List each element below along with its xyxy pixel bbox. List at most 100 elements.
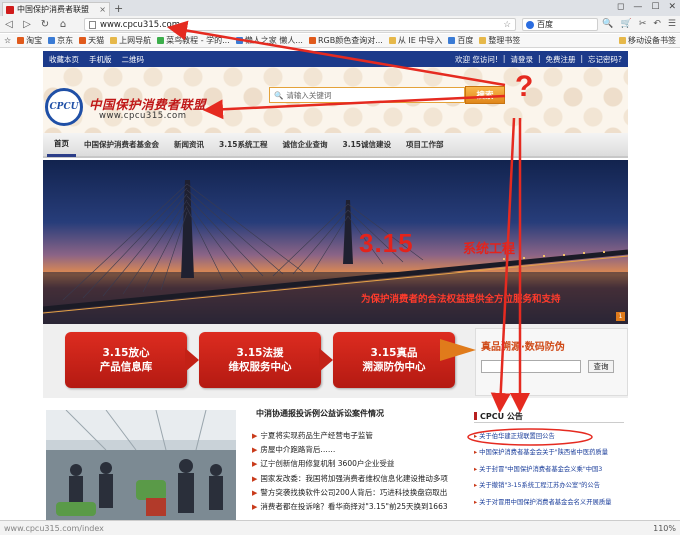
page-info-icon[interactable] [89,20,96,29]
nav-315-credit[interactable]: 3.15诚信建设 [336,132,399,157]
bookmark-icon [235,37,243,44]
browser-tab[interactable]: 中国保护消费者联盟 × [2,2,110,16]
nav-news[interactable]: 新闻资讯 [167,132,211,157]
main-nav: 首页 中国保护消费者基金会 新闻资讯 3.15系统工程 诚信企业查询 3.15诚… [43,133,628,158]
bookmark-icon [448,37,456,44]
login-link[interactable]: 请登录 [510,54,533,65]
announcement-item[interactable]: ▸ 中国保护消费者基金会关于"陕西省中医药质量 [474,445,634,461]
bookmark-label: 菜鸟教程 - 学的... [166,36,230,45]
favorite-link[interactable]: 收藏本页 [49,54,79,65]
maximize-icon[interactable]: ☐ [651,2,659,12]
back-icon[interactable]: ◁ [4,19,14,30]
site-search-input[interactable]: 🔍 请输入关键词 [269,87,465,103]
cart-icon[interactable]: 🛒 [621,19,632,29]
folder-icon [619,37,626,44]
news-item[interactable]: ▶ 辽宁创新信用修复机制 3600户企业受益 [252,457,466,471]
divider: | [502,53,506,63]
close-window-icon[interactable]: ✕ [668,2,676,12]
forward-icon[interactable]: ▷ [22,19,32,30]
search-icon[interactable]: 🔍 [602,19,613,29]
announcement-item[interactable]: ▸ 关于对冒用中国保护消费者基金会名义开展质量 [474,495,634,511]
bookmark-label: 京东 [57,36,74,45]
new-tab-button[interactable]: + [114,2,123,15]
traceability-box: 真品溯源·数码防伪 查询 [440,328,628,396]
favicon-icon [6,5,14,14]
bookmark-label: 懒人之家 懒人... [244,36,303,45]
bookmark-label: 上网导航 [119,36,152,45]
announcement-item[interactable]: ▸ 关于封冒"中国保护消费者基金会义乘"中国3 [474,462,634,478]
bookmark-icon [79,37,87,44]
announcement-item[interactable]: ▸ 关于撤销"3-15系统工程江苏办公室"的公告 [474,478,634,494]
bookmark-item[interactable]: 淘宝 [17,35,42,46]
traceability-query-button[interactable]: 查询 [588,360,614,373]
bookmark-icon [308,37,316,44]
welcome-text: 欢迎 您访问! [455,54,498,64]
feature-row: 3.15放心 产品信息库 3.15法援 维权服务中心 3.15真品 溯源防伪中心… [43,324,628,398]
mobile-link[interactable]: 手机版 [89,54,112,65]
traceability-title: 真品溯源·数码防伪 [481,342,565,353]
heading-bar-icon [474,412,477,420]
bookmark-item[interactable]: RGB颜色查询对... [308,35,383,46]
feature-line: 3.15法援 [236,347,284,359]
feature-line: 溯源防伪中心 [362,361,426,373]
qrcode-link[interactable]: 二维码 [122,54,145,65]
feature-product-info[interactable]: 3.15放心 产品信息库 [65,332,187,388]
news-item[interactable]: ▶ 房屋中介跑路背后…… [252,443,466,457]
restore-icon[interactable]: ◻ [617,2,624,12]
news-item[interactable]: ▶ 宁夏将实现药品生产经营电子监管 [252,429,466,443]
bookmark-item[interactable]: 懒人之家 懒人... [235,35,303,46]
close-tab-icon[interactable]: × [99,5,106,14]
browser-toolbar: ◁ ▷ ↻ ⌂ www.cpcu315.com ☆ 百度 🔍 🛒 ✂ ↶ ☰ [0,16,680,33]
undo-icon[interactable]: ↶ [653,19,661,29]
news-list: ▶ 宁夏将实现药品生产经营电子监管 ▶ 房屋中介跑路背后…… ▶ 辽宁创新信用修复机制… [252,429,466,514]
news-item[interactable]: ▶ 消费者都在投诉啥？看华商择对"3.15"前25天换到1663 [252,500,466,514]
news-title: 警方突袭找换软件公司200人背后：巧进科技换盘窃取出 [260,487,448,497]
feature-legal-aid[interactable]: 3.15法援 维权服务中心 [199,332,321,388]
register-link[interactable]: 免费注册 [545,54,575,65]
nav-foundation[interactable]: 中国保护消费者基金会 [77,132,166,157]
banner-pager[interactable]: 1 [616,312,625,321]
bookmark-label: RGB颜色查询对... [317,36,383,45]
zoom-level[interactable]: 110% [653,524,676,533]
banner-subtitle: 系统工程 [463,242,516,257]
traceability-input[interactable] [481,360,581,373]
nav-home[interactable]: 首页 [47,132,76,157]
forgot-password-link[interactable]: 忘记密码? [588,54,622,65]
bookmark-item[interactable]: 从 IE 中导入 [388,35,443,46]
nav-project-dept[interactable]: 项目工作部 [399,132,451,157]
hero-banner[interactable]: 3.15 系统工程 为保护消费者的合法权益提供全方位服务和支持 1 [43,160,628,324]
news-heading[interactable]: 中消协通报投诉例公益诉讼案件情况 [256,408,384,419]
scissors-icon[interactable]: ✂ [639,19,647,29]
news-title: 房屋中介跑路背后…… [260,445,336,455]
search-engine-box[interactable]: 百度 [522,18,598,31]
bookmark-star-icon[interactable]: ☆ [503,20,511,30]
announcement-title: 关于封冒"中国保护消费者基金会义乘"中国3 [479,465,603,473]
minimize-icon[interactable]: — [633,2,642,12]
feature-traceability[interactable]: 3.15真品 溯源防伪中心 [333,332,455,388]
search-button[interactable]: 搜索 [465,86,505,104]
mobile-bookmarks[interactable]: 移动设备书签 [619,35,676,46]
news-item[interactable]: ▶ 警方突袭找换软件公司200人背后：巧进科技换盘窃取出 [252,486,466,500]
photo-illustration [46,410,236,524]
bookmark-item[interactable]: 上网导航 [110,35,151,46]
news-photo[interactable] [46,410,236,524]
reload-icon[interactable]: ↻ [40,19,50,30]
url-text[interactable]: www.cpcu315.com [100,20,499,30]
status-url: www.cpcu315.com/index [4,523,104,533]
nav-credit-query[interactable]: 诚信企业查询 [276,132,335,157]
bookmark-item[interactable]: 京东 [48,35,73,46]
announcement-item[interactable]: ▸ 关于伯华建正规联置回公告 [474,429,634,445]
bookmark-item[interactable]: 整理书签 [479,35,520,46]
home-icon[interactable]: ⌂ [58,19,68,30]
announcement-title: 中国保护消费者基金会关于"陕西省中医药质量 [479,449,609,457]
address-bar[interactable]: www.cpcu315.com ☆ [84,18,516,31]
bookmark-item[interactable]: 菜鸟教程 - 学的... [157,35,230,46]
menu-icon[interactable]: ☰ [668,19,676,29]
divider: | [537,53,541,63]
bookmark-label: 从 IE 中导入 [397,36,443,45]
nav-315-system[interactable]: 3.15系统工程 [212,132,275,157]
bookmark-item[interactable]: 百度 [448,35,473,46]
news-item[interactable]: ▶ 国家发改委：我国将加强消费者维权信息化建设推动多项 [252,472,466,486]
cpcu-logo-icon[interactable]: CPCU [45,88,83,126]
bookmark-item[interactable]: 天猫 [79,35,104,46]
